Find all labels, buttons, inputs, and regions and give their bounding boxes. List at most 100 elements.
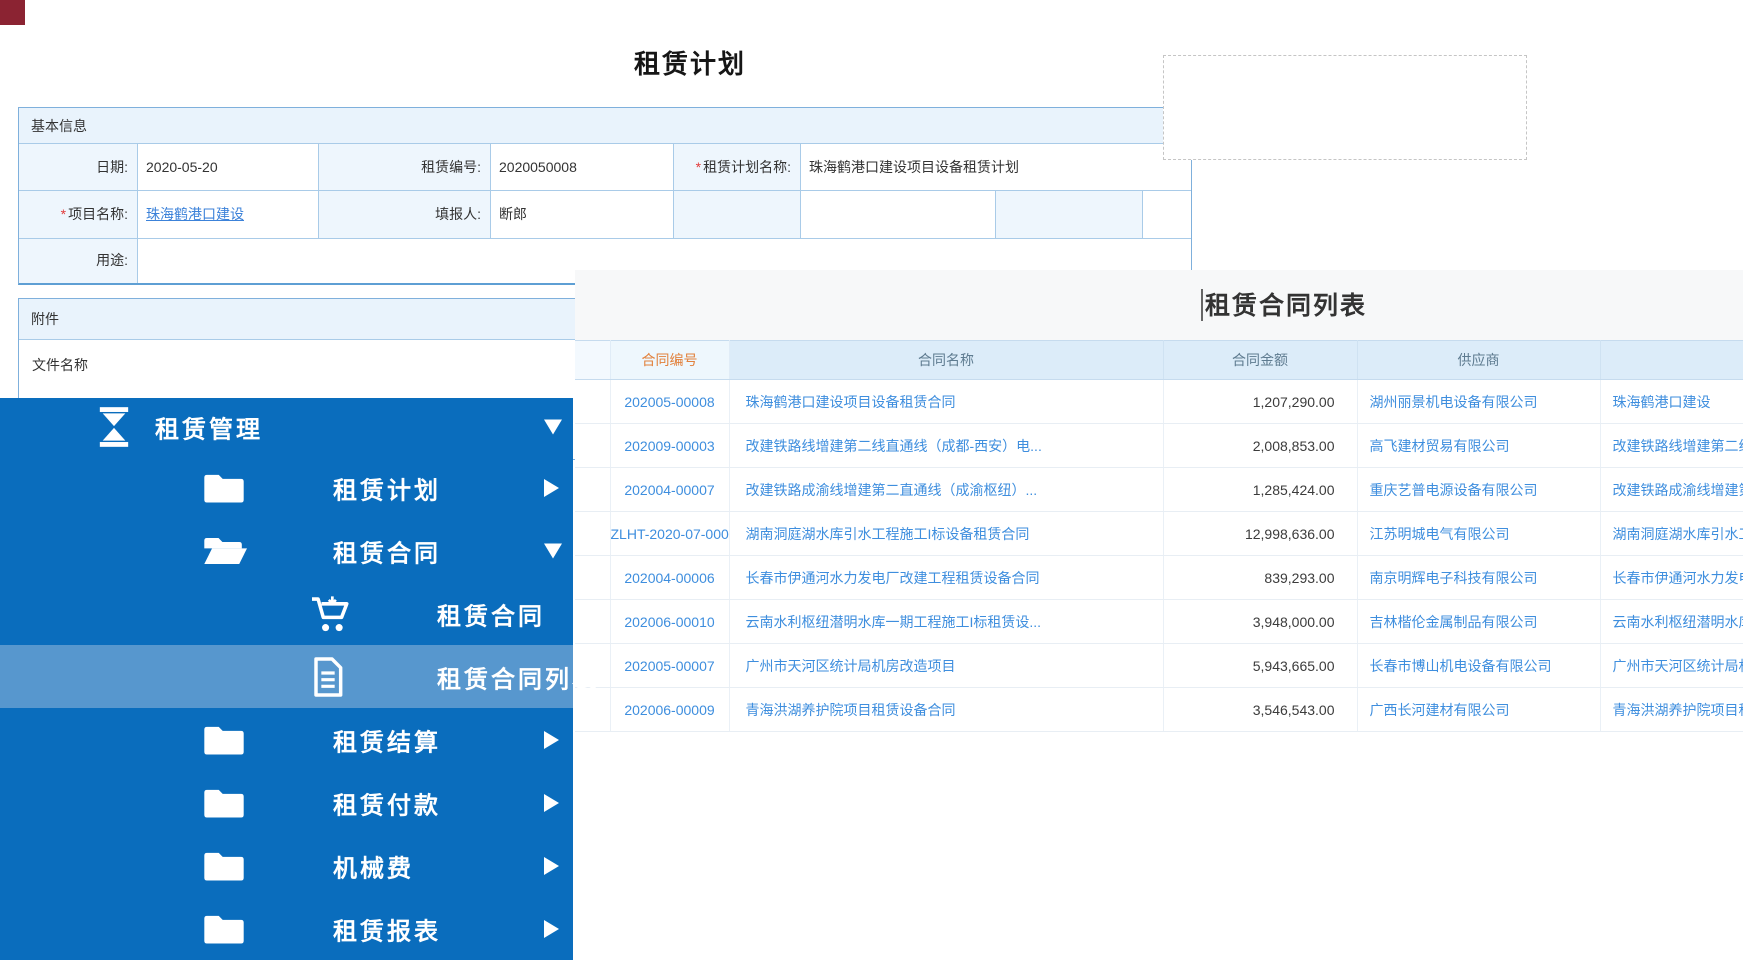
table-row: 202006-00010云南水利枢纽潜明水库一期工程施工I标租赁设...3,94… [575,600,1743,644]
window-title-band [575,270,1743,340]
contract-name-link[interactable]: 改建铁路线增建第二线直通线（成都-西安）电... [746,438,1042,454]
folder-closed-icon [203,472,245,504]
column-header-amount[interactable]: 合同金额 [1163,341,1357,380]
screen: 租赁计划 基本信息 日期: 2020-05-20 租赁编号: 202005000… [0,0,1743,960]
supplier-link[interactable]: 南京明辉电子科技有限公司 [1370,570,1538,586]
contract-table-body: 202005-00008 珠海鹤港口建设项目设备租赁合同 1,207,290.00 湖… [575,380,1743,732]
contract-name-link[interactable]: 广州市天河区统计局机房改造项目 [746,658,956,674]
contract-name-link[interactable]: 青海洪湖养护院项目租赁设备合同 [746,702,956,718]
table-row: 202004-00007改建铁路成渝线增建第二直通线（成渝枢纽）...1,285… [575,468,1743,512]
project-link[interactable]: 广州市天河区统计局机房 [1613,658,1743,674]
sidebar-item-rental-contract-entry[interactable]: 租赁合同 [0,582,573,645]
name-cell: 改建铁路成渝线增建第二直通线（成渝枢纽）... [729,468,1163,512]
sidebar-item-rental-management[interactable]: 租赁管理 [0,398,573,456]
chevron-right-icon[interactable] [544,479,559,497]
project-link[interactable]: 青海洪湖养护院项目租赁 [1613,702,1743,718]
purpose-label: 用途: [19,239,138,283]
supplier-link[interactable]: 吉林楷伦金属制品有限公司 [1370,614,1538,630]
no-cell: 202005-00007 [610,644,729,688]
sidebar-item-machinery-fee[interactable]: 机械费 [0,834,573,897]
spacer-cell [575,424,610,468]
contract-name-link[interactable]: 云南水利枢纽潜明水库一期工程施工I标租赁设... [746,614,1042,630]
supplier-link[interactable]: 江苏明城电气有限公司 [1370,526,1510,542]
sidebar-item-rental-contract[interactable]: 租赁合同 [0,519,573,582]
contract-name-link[interactable]: 湖南洞庭湖水库引水工程施工I标设备租赁合同 [746,526,1030,542]
sidebar-item-rental-settlement[interactable]: 租赁结算 [0,708,573,771]
folder-open-icon [203,535,247,567]
amount-cell: 1,207,290.00 [1163,380,1357,424]
contract-name-link[interactable]: 珠海鹤港口建设项目设备租赁合同 [746,394,956,410]
sidebar-item-rental-plan[interactable]: 租赁计划 [0,456,573,519]
hourglass-icon [97,407,131,447]
amount-cell: 839,293.00 [1163,556,1357,600]
project-link[interactable]: 湖南洞庭湖水库引水工程 [1613,526,1743,542]
supplier-cell: 江苏明城电气有限公司 [1357,512,1600,556]
project-name-link[interactable]: 珠海鹤港口建设 [146,206,244,222]
column-header-supplier[interactable]: 供应商 [1357,341,1600,380]
no-cell: 202006-00010 [610,600,729,644]
chevron-down-icon[interactable] [544,543,562,558]
sidebar-item-label: 租赁计划 [333,470,441,505]
table-row: 202005-00007广州市天河区统计局机房改造项目5,943,665.00长… [575,644,1743,688]
supplier-cell: 吉林楷伦金属制品有限公司 [1357,600,1600,644]
project-name-label: *项目名称: [19,191,138,239]
sidebar-item-rental-report[interactable]: 租赁报表 [0,897,573,960]
folder-closed-icon [203,724,245,756]
supplier-link[interactable]: 广西长河建材有限公司 [1370,702,1510,718]
table-header-row: 合同编号合同名称合同金额供应商 [575,341,1743,380]
spacer-cell [575,512,610,556]
contract-no-link[interactable]: 202006-00009 [624,702,714,718]
reporter-field[interactable]: 断郎 [491,191,674,239]
supplier-cell: 南京明辉电子科技有限公司 [1357,556,1600,600]
contract-no-link[interactable]: 202006-00010 [624,614,714,630]
name-cell: 青海洪湖养护院项目租赁设备合同 [729,688,1163,732]
supplier-link[interactable]: 湖州丽景机电设备有限公司 [1370,394,1538,410]
project-link[interactable]: 珠海鹤港口建设 [1613,394,1711,410]
supplier-link[interactable]: 高飞建材贸易有限公司 [1370,438,1510,454]
empty-value-cell [1143,191,1191,239]
corner-marker [0,0,25,25]
project-link[interactable]: 长春市伊通河水力发电厂 [1613,570,1743,586]
basic-info-form: 基本信息 日期: 2020-05-20 租赁编号: 2020050008 *租赁… [18,107,1192,285]
supplier-link[interactable]: 长春市博山机电设备有限公司 [1370,658,1552,674]
contract-no-link[interactable]: 202004-00007 [624,482,714,498]
empty-label-cell [674,191,801,239]
project-cell: 珠海鹤港口建设 [1600,380,1743,424]
chevron-right-icon[interactable] [544,731,559,749]
table-row: ZLHT-2020-07-0006湖南洞庭湖水库引水工程施工I标设备租赁合同12… [575,512,1743,556]
column-header-no[interactable]: 合同编号 [610,341,729,380]
date-field[interactable]: 2020-05-20 [138,144,319,191]
required-asterisk: * [696,159,701,175]
project-link[interactable]: 改建铁路线增建第二线 [1613,438,1743,454]
folder-closed-icon [203,913,245,945]
plan-name-field[interactable]: 珠海鹤港口建设项目设备租赁计划 [801,144,1191,191]
chevron-right-icon[interactable] [544,857,559,875]
name-cell: 改建铁路线增建第二线直通线（成都-西安）电... [729,424,1163,468]
sidebar-item-label: 租赁付款 [333,785,441,820]
supplier-link[interactable]: 重庆艺普电源设备有限公司 [1370,482,1538,498]
spacer-cell [575,600,610,644]
sidebar-item-rental-payment[interactable]: 租赁付款 [0,771,573,834]
contract-no-link[interactable]: 202005-00007 [624,658,714,674]
table-row: 202004-00006 长春市伊通河水力发电厂改建工程租赁设备合同 839,293… [575,556,1743,600]
chevron-down-icon[interactable] [544,420,562,435]
contract-no-link[interactable]: 202005-00008 [624,394,714,410]
chevron-right-icon[interactable] [544,794,559,812]
column-header-name[interactable]: 合同名称 [729,341,1163,380]
chevron-right-icon[interactable] [544,920,559,938]
project-link[interactable]: 改建铁路成渝线增建第二 [1613,482,1743,498]
contract-name-link[interactable]: 改建铁路成渝线增建第二直通线（成渝枢纽）... [746,482,1038,498]
rental-no-field[interactable]: 2020050008 [491,144,674,191]
project-link[interactable]: 云南水利枢纽潜明水库 [1613,614,1743,630]
contract-no-link[interactable]: 202004-00006 [624,570,714,586]
supplier-cell: 重庆艺普电源设备有限公司 [1357,468,1600,512]
supplier-cell: 长春市博山机电设备有限公司 [1357,644,1600,688]
spacer-cell [575,688,610,732]
supplier-cell: 广西长河建材有限公司 [1357,688,1600,732]
table-row: 202005-00008 珠海鹤港口建设项目设备租赁合同 1,207,290.00 湖… [575,380,1743,424]
sidebar-item-rental-contract-list[interactable]: 租赁合同列表 [0,645,573,708]
contract-no-link[interactable]: ZLHT-2020-07-0006 [611,526,730,542]
contract-name-link[interactable]: 长春市伊通河水力发电厂改建工程租赁设备合同 [746,570,1040,586]
project-cell: 青海洪湖养护院项目租赁 [1600,688,1743,732]
contract-no-link[interactable]: 202009-00003 [624,438,714,454]
